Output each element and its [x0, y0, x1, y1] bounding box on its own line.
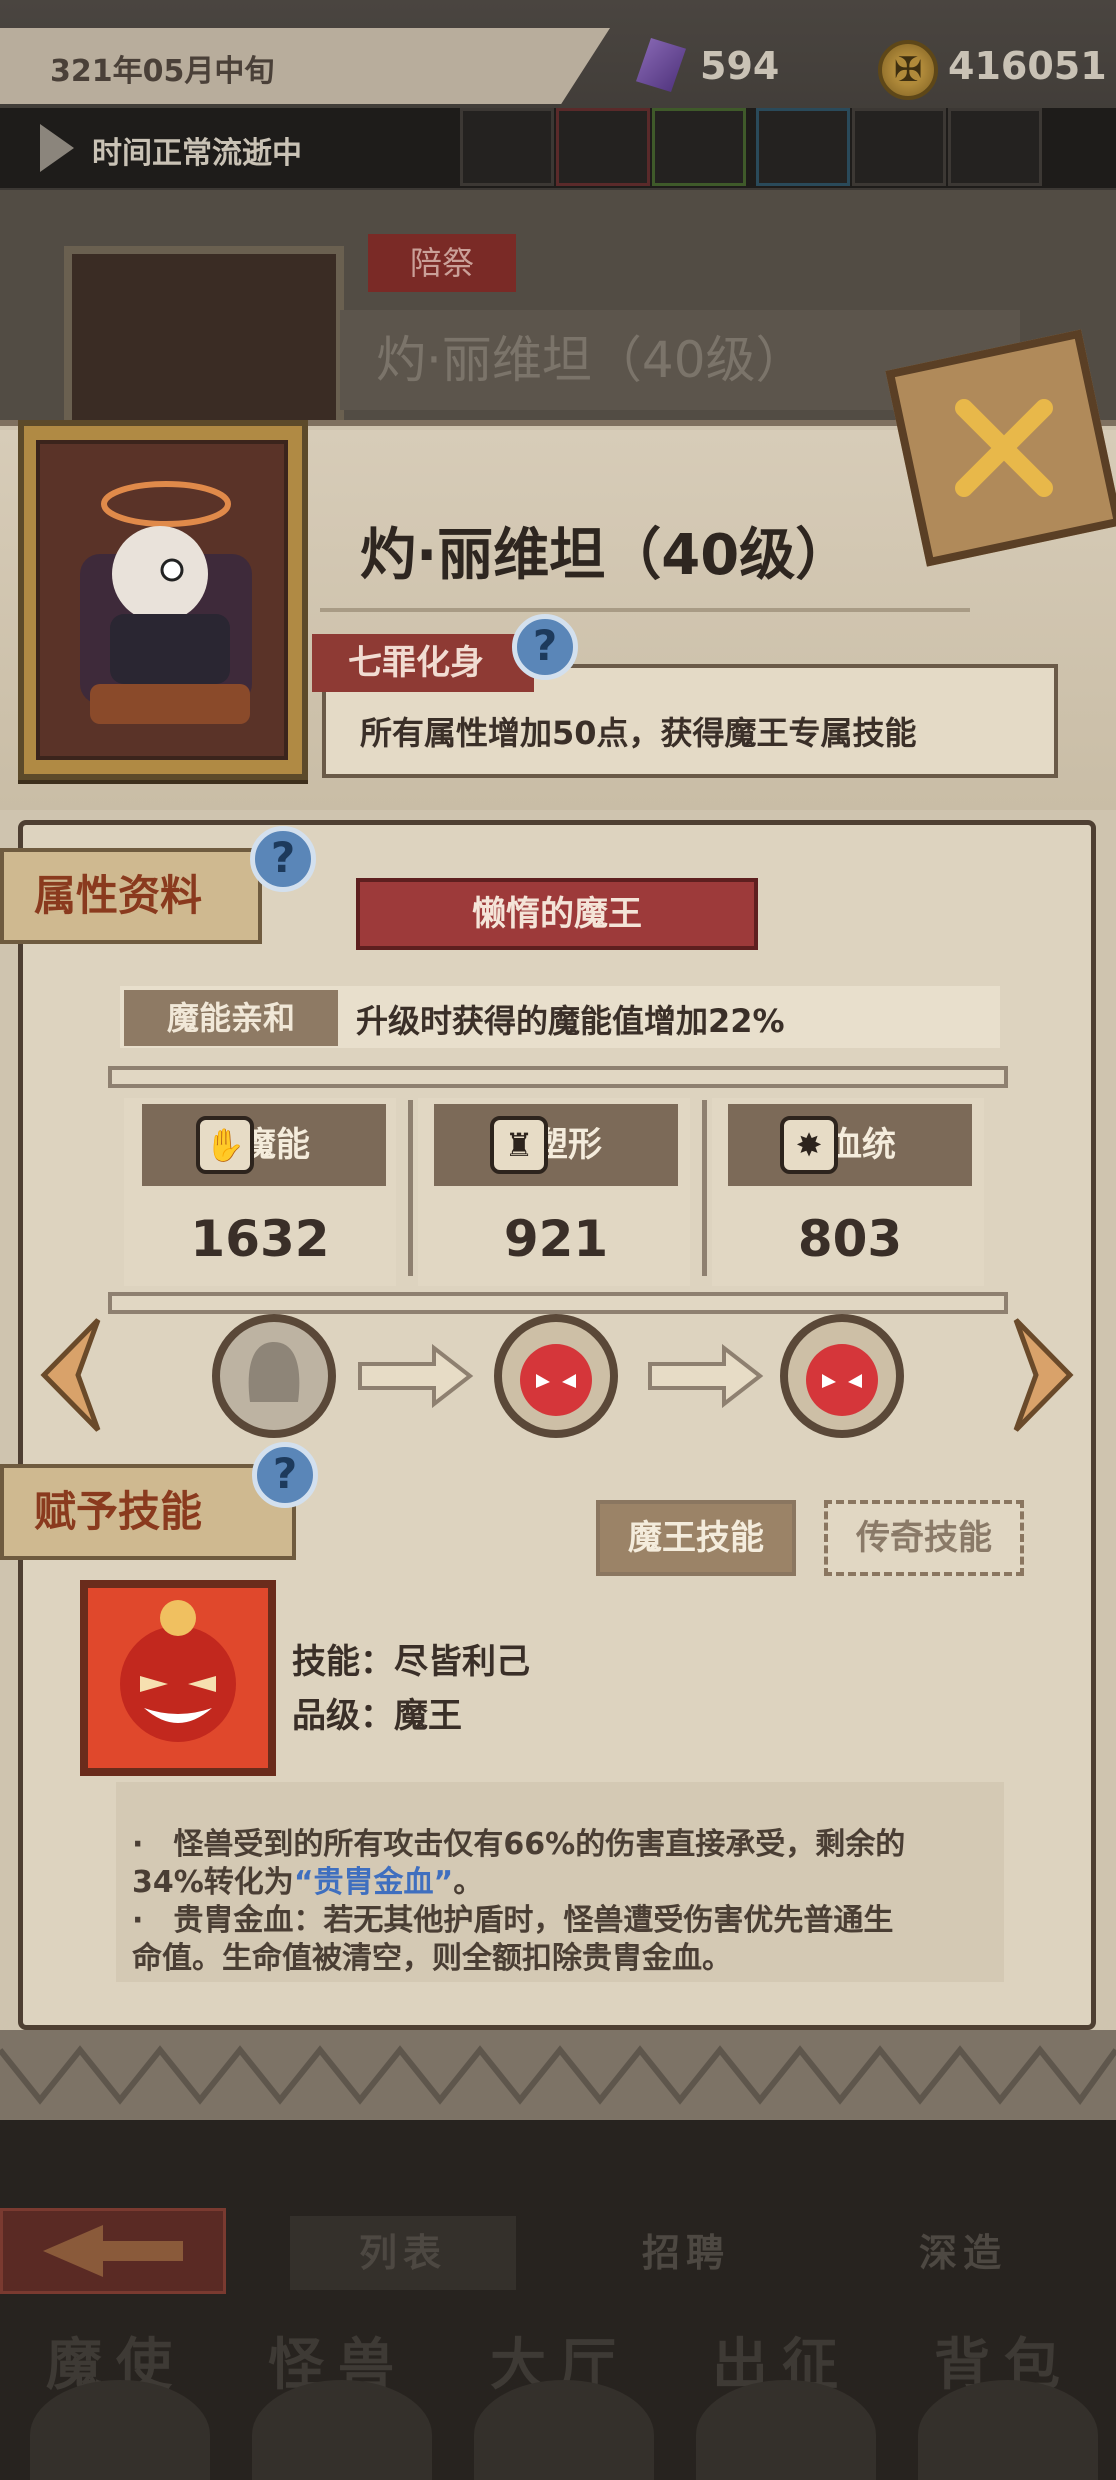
trait-tag: 七罪化身 — [312, 634, 534, 692]
skill-description-line-2b: 命值。生命值被清空，则全额扣除贵胄金血。 — [132, 1941, 732, 1976]
skill-description-line-1: · 怪兽受到的所有攻击仅有66%的伤害直接承受，剩余的 — [132, 1827, 906, 1862]
tab-recruit[interactable]: 招聘 — [566, 2216, 806, 2290]
time-status: 时间正常流逝中 — [92, 136, 302, 171]
hall-icon — [474, 2380, 654, 2480]
demon-face-icon — [520, 1344, 592, 1416]
affinity-description: 升级时获得的魔能值增加22% — [356, 1002, 785, 1040]
title-divider — [320, 608, 970, 612]
period-slot — [756, 108, 850, 186]
monster-icon — [252, 2380, 432, 2480]
trait-description: 所有属性增加50点，获得魔王专属技能 — [360, 714, 917, 752]
next-arrow-icon[interactable] — [1000, 1310, 1086, 1440]
attributes-section-label: 属性资料 — [0, 848, 262, 944]
body-shape-icon: ♜ — [490, 1116, 548, 1174]
attributes-help-icon[interactable]: ? — [250, 826, 316, 892]
class-ribbon: 懒惰的魔王 — [356, 878, 758, 950]
backpack-icon — [918, 2380, 1098, 2480]
period-slot — [852, 108, 946, 186]
magic-claw-icon: ✋ — [196, 1116, 254, 1174]
back-arrow-icon — [43, 2225, 183, 2277]
trait-help-icon[interactable]: ? — [512, 614, 578, 680]
hero-portrait-art — [40, 444, 284, 756]
stat-rail-bottom — [108, 1292, 1008, 1314]
stat-separator — [408, 1100, 413, 1276]
hero-name: 灼·丽维坦（40级） — [360, 523, 852, 588]
skill-description-line-2: · 贵胄金血：若无其他护盾时，怪兽遭受伤害优先普通生 — [132, 1903, 894, 1938]
stat-label-shape: 塑形 — [434, 1104, 678, 1186]
skull-icon — [30, 2380, 210, 2480]
gem-count: 594 — [700, 44, 780, 88]
stat-separator — [702, 1100, 707, 1276]
skill-grade: 品级：魔王 — [292, 1696, 462, 1736]
skill-description-line-1b: 34%转化为“贵胄金血”。 — [132, 1865, 484, 1900]
grinning-demon-icon — [88, 1588, 268, 1768]
stat-label-bloodline: 血统 — [728, 1104, 972, 1186]
stat-label-magic: 魔能 — [142, 1104, 386, 1186]
skill-icon-frame[interactable] — [80, 1580, 276, 1776]
bloodline-icon: ✸ — [780, 1116, 838, 1174]
stat-value-bloodline: 803 — [797, 1210, 903, 1268]
evolution-stage-3 — [780, 1314, 904, 1438]
stat-value-magic: 1632 — [190, 1210, 330, 1268]
stat-rail-top — [108, 1066, 1008, 1088]
skill-name: 技能：尽皆利己 — [292, 1642, 530, 1682]
tab-demon-king-skill[interactable]: 魔王技能 — [596, 1500, 796, 1576]
background-role-tag: 陪祭 — [368, 234, 516, 292]
evolution-stage-2 — [494, 1314, 618, 1438]
period-slot — [652, 108, 746, 186]
skills-help-icon[interactable]: ? — [252, 1442, 318, 1508]
gold-count: 416051 — [948, 44, 1107, 88]
previous-arrow-icon[interactable] — [28, 1310, 114, 1440]
tab-legendary-skill[interactable]: 传奇技能 — [824, 1500, 1024, 1576]
zigzag-pattern — [0, 2045, 1116, 2105]
stat-value-shape: 921 — [503, 1210, 609, 1268]
period-slot — [556, 108, 650, 186]
tab-list[interactable]: 列表 — [290, 2216, 516, 2290]
demon-face-icon — [806, 1344, 878, 1416]
affinity-tag: 魔能亲和 — [124, 990, 338, 1046]
hero-portrait — [36, 440, 288, 760]
gold-coin-icon: ✠ — [878, 40, 938, 100]
evolution-arrow-icon — [648, 1344, 764, 1408]
hooded-silhouette-icon — [248, 1342, 300, 1402]
game-date: 321年05月中旬 — [50, 54, 275, 89]
play-icon[interactable] — [40, 124, 74, 172]
close-icon[interactable] — [904, 348, 1104, 548]
tab-advance[interactable]: 深造 — [850, 2216, 1076, 2290]
evolution-arrow-icon — [358, 1344, 474, 1408]
back-button[interactable] — [0, 2208, 226, 2294]
period-slot — [948, 108, 1042, 186]
evolution-stage-1 — [212, 1314, 336, 1438]
expedition-icon — [696, 2380, 876, 2480]
period-slot — [460, 108, 554, 186]
golden-blood-highlight[interactable]: “贵胄金血” — [294, 1865, 453, 1900]
